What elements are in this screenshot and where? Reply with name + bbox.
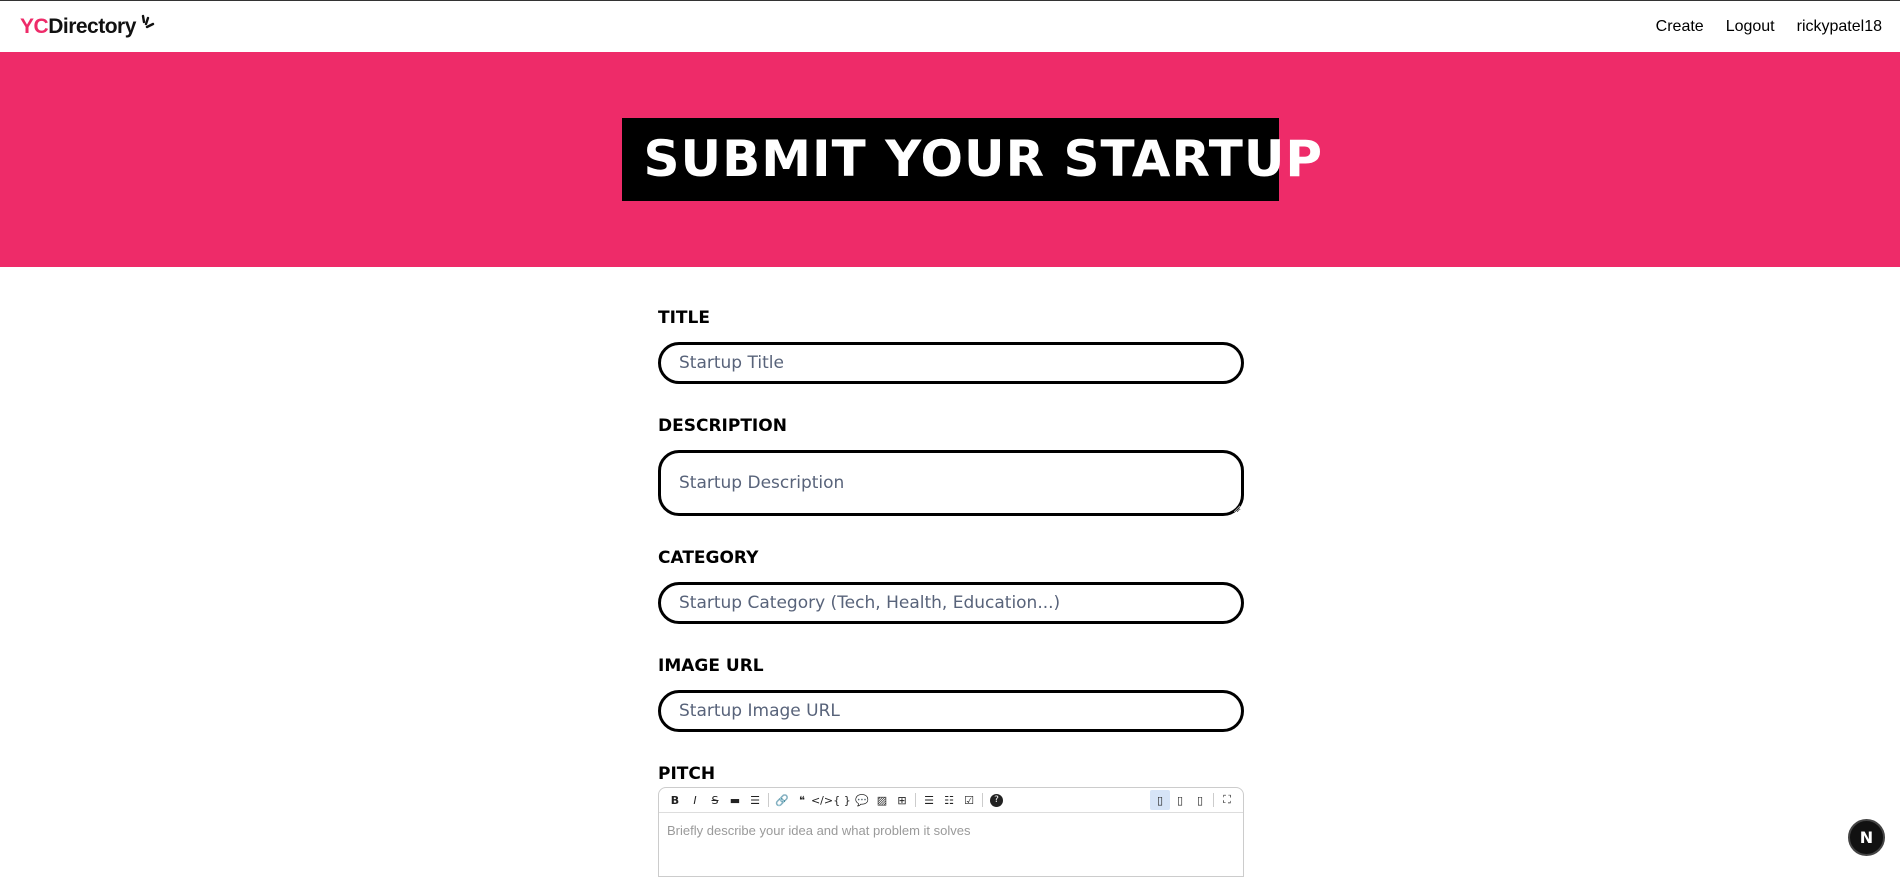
quote-icon[interactable]: ❝: [792, 790, 812, 810]
code-icon[interactable]: </>: [811, 790, 833, 810]
toolbar-divider: [1213, 793, 1214, 807]
unordered-list-icon[interactable]: ☰: [919, 790, 939, 810]
description-label: DESCRIPTION: [658, 416, 787, 436]
heading-icon[interactable]: ☰: [745, 790, 765, 810]
toolbar-divider: [982, 793, 983, 807]
category-input[interactable]: [658, 582, 1244, 624]
page-title: SUBMIT YOUR STARTUP: [621, 118, 1322, 201]
category-label: CATEGORY: [658, 548, 759, 568]
fullscreen-icon[interactable]: ⛶: [1217, 790, 1237, 810]
nextjs-dev-badge[interactable]: N: [1848, 819, 1885, 856]
table-icon[interactable]: ⊞: [892, 790, 912, 810]
toolbar-divider: [768, 793, 769, 807]
preview-mode-icon[interactable]: ▯: [1190, 790, 1210, 810]
pitch-editor: B I S ▬ ☰ 🔗 ❝ </> { } 💬 ▨ ⊞ ☰ ☷ ☑ ? ▯ ▯ …: [658, 787, 1244, 877]
ordered-list-icon[interactable]: ☷: [939, 790, 959, 810]
strikethrough-icon[interactable]: S: [705, 790, 725, 810]
nav-links: Create Logout rickypatel18: [1656, 18, 1882, 36]
italic-icon[interactable]: I: [685, 790, 705, 810]
nav-create-link[interactable]: Create: [1656, 18, 1704, 36]
editor-toolbar: B I S ▬ ☰ 🔗 ❝ </> { } 💬 ▨ ⊞ ☰ ☷ ☑ ? ▯ ▯ …: [659, 788, 1243, 813]
logo-yc-text: YC: [20, 14, 49, 38]
logo-spark-icon: [141, 14, 155, 28]
nav-logout-link[interactable]: Logout: [1726, 18, 1775, 36]
pitch-editor-textarea[interactable]: Briefly describe your idea and what prob…: [659, 813, 1243, 848]
live-mode-icon[interactable]: ▯: [1170, 790, 1190, 810]
image-url-label: IMAGE URL: [658, 656, 764, 676]
nav-username[interactable]: rickypatel18: [1797, 18, 1882, 36]
image-url-input[interactable]: [658, 690, 1244, 732]
startup-form: TITLE DESCRIPTION CATEGORY IMAGE URL PIT…: [658, 267, 1244, 784]
horizontal-rule-icon[interactable]: ▬: [725, 790, 745, 810]
image-icon[interactable]: ▨: [872, 790, 892, 810]
title-input[interactable]: [658, 342, 1244, 384]
hero-banner: SUBMIT YOUR STARTUP: [0, 52, 1900, 267]
comment-icon[interactable]: 💬: [852, 790, 872, 810]
title-label: TITLE: [658, 308, 710, 328]
toolbar-divider: [915, 793, 916, 807]
navbar: YC Directory Create Logout rickypatel18: [0, 0, 1900, 52]
description-textarea[interactable]: [658, 450, 1244, 516]
edit-mode-icon[interactable]: ▯: [1150, 790, 1170, 810]
checklist-icon[interactable]: ☑: [959, 790, 979, 810]
logo[interactable]: YC Directory: [20, 14, 156, 39]
bold-icon[interactable]: B: [665, 790, 685, 810]
help-icon[interactable]: ?: [990, 793, 1003, 807]
code-block-icon[interactable]: { }: [832, 790, 852, 810]
pitch-label: PITCH: [658, 764, 716, 784]
logo-directory-text: Directory: [48, 14, 136, 38]
link-icon[interactable]: 🔗: [772, 790, 792, 810]
